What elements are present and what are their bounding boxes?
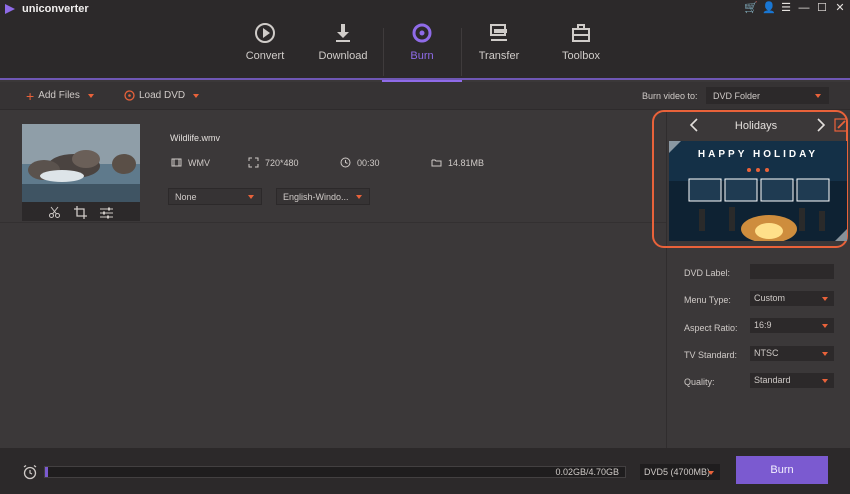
- tv-standard-label: TV Standard:: [684, 350, 738, 360]
- app-logo-icon: [5, 4, 15, 14]
- tab-toolbox[interactable]: Toolbox: [542, 18, 620, 80]
- account-icon[interactable]: 👤: [762, 2, 776, 14]
- subtitle-value: None: [175, 192, 197, 202]
- file-resolution: 720*480: [248, 157, 299, 168]
- file-list-item[interactable]: [0, 113, 666, 223]
- convert-icon: [255, 23, 275, 43]
- chevron-down-icon: [356, 195, 362, 199]
- file-format-value: WMV: [188, 157, 210, 168]
- dvd-label-input[interactable]: [750, 264, 834, 279]
- file-name: Wildlife.wmv: [170, 133, 221, 143]
- file-list-area: [0, 224, 666, 448]
- disc-space-progress-fill: [45, 467, 48, 477]
- clock-icon: [340, 157, 351, 168]
- chevron-left-icon[interactable]: [688, 117, 700, 133]
- disc-space-text: 0.02GB/4.70GB: [555, 467, 619, 477]
- disc-icon: [124, 90, 135, 101]
- menu-type-select[interactable]: Custom: [750, 291, 834, 306]
- video-thumbnail[interactable]: [22, 124, 140, 221]
- tab-transfer-label: Transfer: [478, 50, 520, 62]
- plus-icon: +: [26, 87, 35, 104]
- dvd-label-label: DVD Label:: [684, 268, 731, 278]
- tab-burn-label: Burn: [410, 50, 434, 62]
- menu-type-label: Menu Type:: [684, 295, 731, 305]
- edit-icon[interactable]: [834, 118, 848, 132]
- disc-type-select[interactable]: DVD5 (4700MB): [640, 464, 720, 480]
- tab-convert-label: Convert: [245, 50, 285, 62]
- add-files-label: Add Files: [38, 90, 80, 101]
- aspect-ratio-label: Aspect Ratio:: [684, 323, 738, 333]
- file-format: WMV: [171, 157, 210, 168]
- subtitle-select[interactable]: None: [168, 188, 262, 205]
- main-tab-bar: Convert Download Burn Transfer Toolbox: [0, 18, 850, 82]
- audio-track-value: English-Windo...: [283, 192, 349, 202]
- menu-icon[interactable]: ☰: [780, 2, 792, 14]
- film-icon: [171, 158, 182, 167]
- template-preview[interactable]: HAPPY HOLIDAY: [669, 141, 847, 241]
- chevron-right-icon[interactable]: [815, 117, 827, 133]
- close-icon[interactable]: ✕: [834, 2, 846, 14]
- thumbnail-toolbar: [22, 204, 140, 221]
- chevron-down-icon: [822, 379, 828, 383]
- maximize-icon[interactable]: ☐: [816, 2, 828, 14]
- chevron-down-icon[interactable]: [87, 93, 94, 98]
- folder-icon: [431, 159, 442, 167]
- quality-value: Standard: [754, 375, 791, 385]
- download-icon: [336, 24, 350, 42]
- file-resolution-value: 720*480: [265, 157, 299, 168]
- tv-standard-value: NTSC: [754, 348, 779, 358]
- file-size: 14.81MB: [431, 157, 484, 168]
- menu-type-value: Custom: [754, 293, 786, 303]
- load-dvd-label: Load DVD: [139, 90, 186, 101]
- tab-convert[interactable]: Convert: [226, 18, 304, 80]
- toolbox-icon: [572, 24, 590, 42]
- audio-track-select[interactable]: English-Windo...: [276, 188, 370, 205]
- template-preview-title: HAPPY HOLIDAY: [697, 149, 819, 160]
- chevron-down-icon[interactable]: [193, 93, 200, 98]
- tab-transfer[interactable]: Transfer: [460, 18, 538, 80]
- tab-download[interactable]: Download: [304, 18, 382, 80]
- chevron-down-icon: [822, 352, 828, 356]
- scissors-icon[interactable]: [48, 206, 61, 219]
- effects-sliders-icon[interactable]: [100, 206, 113, 219]
- transfer-icon: [490, 24, 507, 41]
- video-thumbnail-image: [22, 124, 140, 202]
- burn-to-select[interactable]: DVD Folder: [706, 87, 829, 104]
- app-title: uniconverter: [22, 3, 89, 15]
- disc-space-progress: 0.02GB/4.70GB: [44, 466, 626, 478]
- tab-toolbox-label: Toolbox: [562, 50, 600, 62]
- crop-icon[interactable]: [74, 206, 87, 219]
- tab-burn[interactable]: Burn: [382, 18, 462, 82]
- chevron-down-icon: [815, 94, 821, 98]
- file-size-value: 14.81MB: [448, 157, 485, 168]
- load-dvd-button[interactable]: Load DVD: [124, 90, 200, 101]
- title-bar: uniconverter 🛒 👤 ☰ — ☐ ✕: [0, 0, 850, 18]
- chevron-down-icon: [708, 471, 714, 475]
- template-name: Holidays: [734, 120, 778, 132]
- tab-download-label: Download: [318, 50, 368, 62]
- aspect-ratio-select[interactable]: 16:9: [750, 318, 834, 333]
- cart-icon[interactable]: 🛒: [744, 2, 758, 14]
- burn-to-label: Burn video to:: [642, 91, 698, 101]
- chevron-down-icon: [248, 195, 254, 199]
- tv-standard-select[interactable]: NTSC: [750, 346, 834, 361]
- alarm-clock-icon[interactable]: [22, 464, 38, 480]
- burn-to-value: DVD Folder: [713, 91, 761, 101]
- aspect-ratio-value: 16:9: [754, 320, 772, 330]
- quality-select[interactable]: Standard: [750, 373, 834, 388]
- chevron-down-icon: [822, 297, 828, 301]
- burn-button[interactable]: Burn: [736, 456, 828, 484]
- quality-label: Quality:: [684, 377, 715, 387]
- file-duration: 00:30: [340, 157, 380, 168]
- burn-icon: [412, 23, 432, 43]
- minimize-icon[interactable]: —: [798, 2, 810, 14]
- resolution-icon: [248, 157, 259, 168]
- disc-type-value: DVD5 (4700MB): [644, 467, 711, 477]
- chevron-down-icon: [822, 324, 828, 328]
- add-files-button[interactable]: + Add Files: [26, 87, 94, 104]
- file-duration-value: 00:30: [357, 157, 380, 168]
